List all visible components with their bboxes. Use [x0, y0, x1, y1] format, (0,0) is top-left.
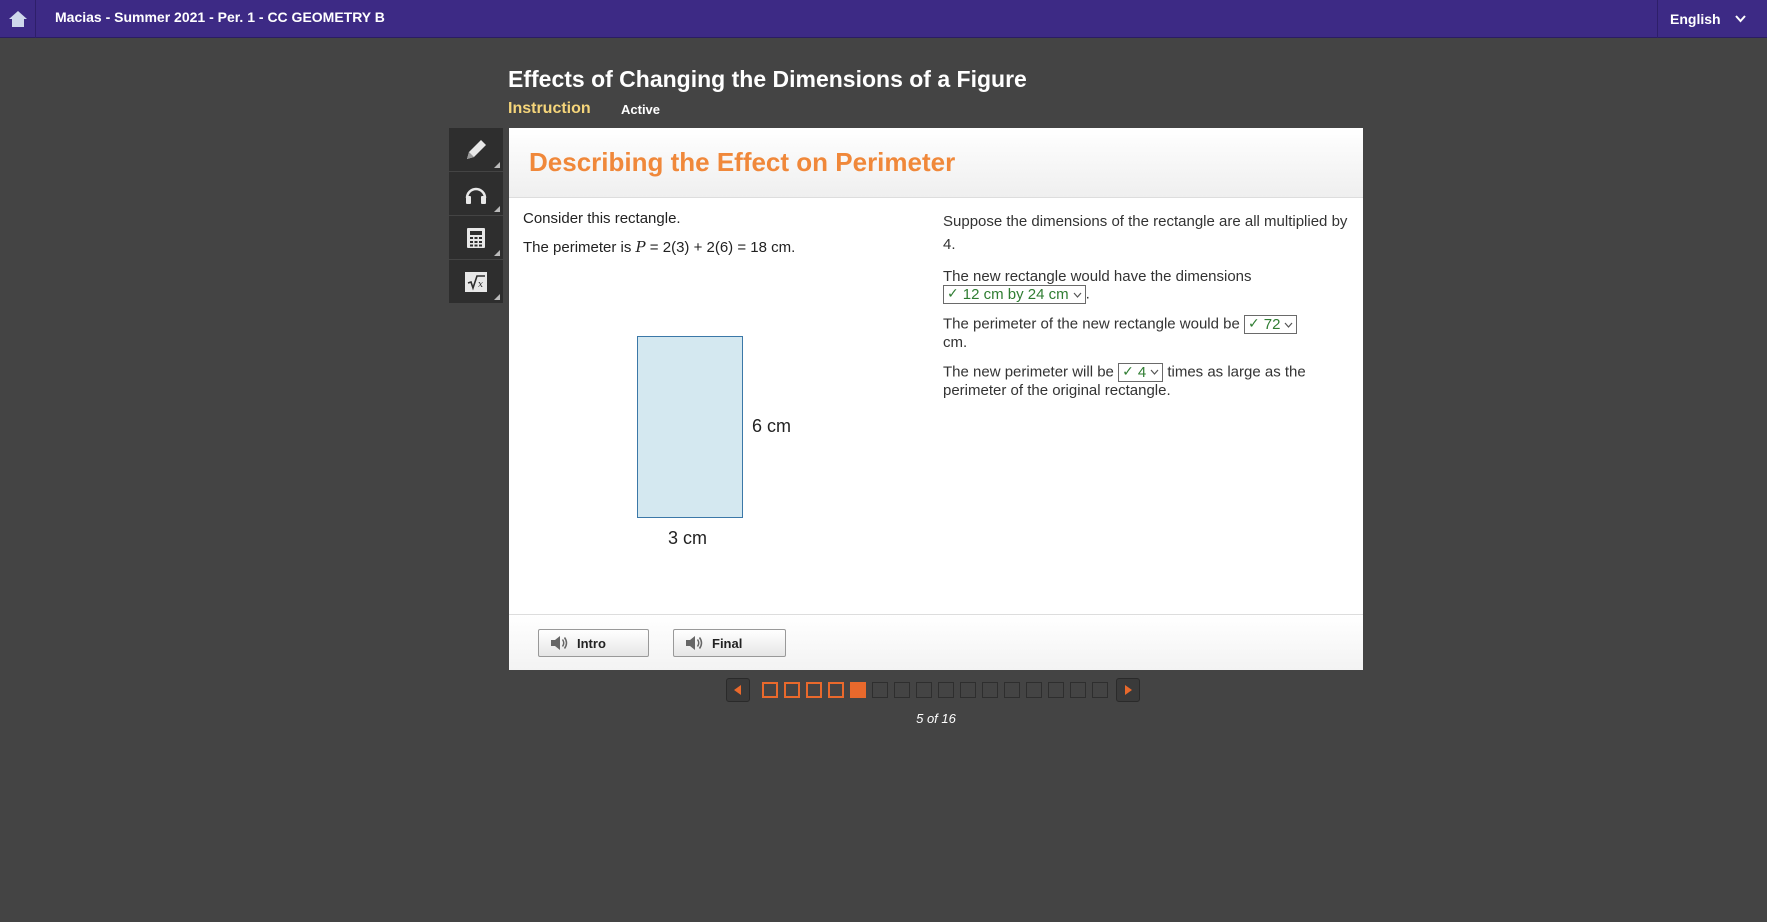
perimeter-text: The perimeter is P = 2(3) + 2(6) = 18 cm…	[523, 238, 923, 256]
tool-corner	[494, 294, 500, 300]
page-square-14[interactable]	[1048, 682, 1064, 698]
arrow-left-icon	[734, 685, 741, 695]
right-column: Suppose the dimensions of the rectangle …	[943, 210, 1348, 411]
status-label: Active	[621, 102, 661, 117]
page-square-13[interactable]	[1026, 682, 1042, 698]
page-square-8[interactable]	[916, 682, 932, 698]
check-icon: ✓	[1122, 364, 1134, 381]
new-perimeter-question: The perimeter of the new rectangle would…	[943, 315, 1348, 352]
calculator-icon	[467, 227, 485, 248]
card-title: Describing the Effect on Perimeter	[529, 147, 956, 177]
language-select[interactable]: English	[1657, 0, 1767, 38]
page-square-3[interactable]	[806, 682, 822, 698]
ratio-question: The new perimeter will be ✓ 4 times as la…	[943, 362, 1348, 400]
lesson-card: Describing the Effect on Perimeter Consi…	[509, 128, 1363, 670]
check-icon: ✓	[1248, 316, 1260, 333]
arrow-right-icon	[1125, 685, 1132, 695]
dimensions-period: .	[1085, 285, 1090, 303]
page-square-16[interactable]	[1092, 682, 1108, 698]
dimensions-answer: 12 cm by 24 cm	[962, 285, 1069, 303]
new-perimeter-prompt: The perimeter of the new rectangle would…	[943, 315, 1240, 333]
new-perimeter-dropdown[interactable]: ✓ 72	[1244, 315, 1298, 335]
speaker-icon	[684, 634, 704, 652]
perimeter-prefix: The perimeter is	[523, 239, 636, 256]
page-square-10[interactable]	[960, 682, 976, 698]
previous-page-button[interactable]	[726, 678, 750, 702]
language-label: English	[1670, 11, 1721, 27]
page-square-6[interactable]	[872, 682, 888, 698]
new-perimeter-answer: 72	[1263, 315, 1281, 333]
chevron-down-icon	[1734, 15, 1746, 23]
dimensions-prompt: The new rectangle would have the dimensi…	[943, 267, 1252, 285]
page-square-5[interactable]	[850, 682, 866, 698]
home-icon	[8, 11, 27, 27]
rectangle-shape	[637, 336, 743, 518]
pencil-icon	[467, 139, 486, 159]
page-square-15[interactable]	[1070, 682, 1086, 698]
card-header: Describing the Effect on Perimeter	[509, 128, 1363, 198]
next-page-button[interactable]	[1116, 678, 1140, 702]
course-title: Macias - Summer 2021 - Per. 1 - CC GEOME…	[55, 9, 385, 25]
card-content: Consider this rectangle. The perimeter i…	[509, 198, 1363, 614]
page-square-7[interactable]	[894, 682, 910, 698]
intro-audio-button[interactable]: Intro	[538, 629, 649, 657]
width-label: 3 cm	[668, 528, 708, 548]
tab-instruction[interactable]: Instruction	[508, 100, 591, 118]
audio-tool-button[interactable]	[449, 172, 503, 216]
page-square-11[interactable]	[982, 682, 998, 698]
card-footer: Intro Final	[509, 614, 1363, 670]
pencil-tool-button[interactable]	[449, 128, 503, 172]
check-icon: ✓	[947, 286, 959, 303]
page-square-2[interactable]	[784, 682, 800, 698]
final-audio-button[interactable]: Final	[673, 629, 786, 657]
final-label: Final	[712, 635, 743, 651]
page-square-1[interactable]	[762, 682, 778, 698]
tool-corner	[494, 162, 500, 168]
top-bar: Macias - Summer 2021 - Per. 1 - CC GEOME…	[0, 0, 1767, 38]
headphones-icon	[465, 187, 487, 204]
svg-text:x: x	[478, 280, 483, 290]
speaker-icon	[549, 634, 569, 652]
dimensions-question: The new rectangle would have the dimensi…	[943, 268, 1348, 305]
calculator-tool-button[interactable]	[449, 216, 503, 260]
page-count: 5 of 16	[916, 711, 956, 726]
ratio-dropdown[interactable]: ✓ 4	[1118, 362, 1164, 382]
intro-label: Intro	[577, 635, 606, 651]
scale-statement: Suppose the dimensions of the rectangle …	[943, 213, 1348, 254]
tool-corner	[494, 250, 500, 256]
chevron-down-icon	[1150, 369, 1159, 376]
ratio-answer: 4	[1137, 363, 1147, 381]
dimensions-dropdown[interactable]: ✓ 12 cm by 24 cm	[943, 285, 1086, 305]
home-button[interactable]	[0, 0, 36, 38]
formula-icon: x	[465, 271, 487, 292]
perimeter-variable: P	[635, 238, 646, 256]
left-column: Consider this rectangle. The perimeter i…	[523, 210, 923, 267]
height-label: 6 cm	[752, 416, 792, 436]
new-perimeter-unit: cm.	[943, 334, 968, 352]
chevron-down-icon	[1073, 292, 1082, 298]
tool-corner	[494, 206, 500, 212]
perimeter-formula: = 2(3) + 2(6) = 18 cm.	[645, 239, 796, 256]
tool-palette: x	[449, 128, 503, 304]
ratio-prompt: The new perimeter will be	[943, 363, 1114, 381]
page-square-4[interactable]	[828, 682, 844, 698]
intro-text: Consider this rectangle.	[523, 210, 681, 227]
chevron-down-icon	[1284, 322, 1293, 328]
page-square-12[interactable]	[1004, 682, 1020, 698]
page-square-9[interactable]	[938, 682, 954, 698]
lesson-title: Effects of Changing the Dimensions of a …	[508, 66, 1027, 92]
formula-tool-button[interactable]: x	[449, 260, 503, 304]
